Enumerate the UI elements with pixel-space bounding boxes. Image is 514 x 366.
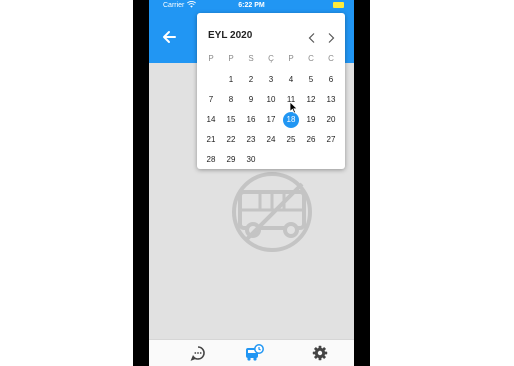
chevron-left-icon[interactable] — [306, 32, 318, 44]
weekday-label: Ç — [268, 54, 274, 63]
day-cell[interactable]: 17 — [261, 110, 281, 130]
status-time: 6:22 PM — [238, 2, 265, 9]
day-cell[interactable]: 29 — [221, 150, 241, 169]
day-number: 29 — [226, 155, 236, 164]
day-cell[interactable]: 2 — [241, 70, 261, 90]
weekday-label: C — [328, 54, 334, 63]
day-cell[interactable]: 25 — [281, 130, 301, 150]
day-cell[interactable]: 8 — [221, 90, 241, 110]
settings-icon[interactable] — [312, 345, 328, 361]
day-number: 26 — [306, 135, 316, 144]
day-cell[interactable]: 13 — [321, 90, 341, 110]
day-cell[interactable]: 24 — [261, 130, 281, 150]
day-number: 1 — [228, 75, 234, 84]
day-cell[interactable]: 5 — [301, 70, 321, 90]
day-number: 5 — [308, 75, 314, 84]
day-cell[interactable]: 9 — [241, 90, 261, 110]
day-cell[interactable]: 14 — [201, 110, 221, 130]
day-cell[interactable]: 4 — [281, 70, 301, 90]
weekday-label: P — [288, 54, 294, 63]
day-number: 20 — [326, 115, 336, 124]
day-cell[interactable]: 21 — [201, 130, 221, 150]
weekday-label: P — [208, 54, 214, 63]
day-number: 6 — [328, 75, 334, 84]
day-number: 27 — [326, 135, 336, 144]
day-number: 8 — [228, 95, 234, 104]
day-cell[interactable]: 1 — [221, 70, 241, 90]
day-cell[interactable]: 15 — [221, 110, 241, 130]
day-number: 12 — [306, 95, 316, 104]
weekday-header-row: PPSÇPCC — [201, 54, 341, 66]
day-number: 3 — [268, 75, 274, 84]
day-number: 18 — [286, 115, 296, 124]
day-number: 17 — [266, 115, 276, 124]
day-cell[interactable]: 28 — [201, 150, 221, 169]
day-cell[interactable]: 27 — [321, 130, 341, 150]
day-number: 16 — [246, 115, 256, 124]
day-number: 22 — [226, 135, 236, 144]
arrow-back-icon[interactable] — [161, 29, 177, 45]
day-number: 28 — [206, 155, 216, 164]
chevron-right-icon[interactable] — [325, 32, 337, 44]
day-cell[interactable]: 16 — [241, 110, 261, 130]
day-grid: 1 2 3 4 5 6 7 8 9 10 11 12 13 14 15 16 17 18 19 20 21 22 23 24 2… — [201, 70, 341, 169]
bus-schedule-icon[interactable] — [244, 344, 264, 362]
day-cell[interactable]: 12 — [301, 90, 321, 110]
day-cell[interactable]: 6 — [321, 70, 341, 90]
day-number: 4 — [288, 75, 294, 84]
day-number: 11 — [286, 95, 296, 104]
status-bar: Carrier 6:22 PM — [149, 0, 354, 11]
day-number: 21 — [206, 135, 216, 144]
day-number: 19 — [306, 115, 316, 124]
day-cell[interactable]: 19 — [301, 110, 321, 130]
day-cell[interactable]: 23 — [241, 130, 261, 150]
day-cell[interactable]: 22 — [221, 130, 241, 150]
day-number: 30 — [246, 155, 256, 164]
day-number: 7 — [208, 95, 214, 104]
day-cell[interactable]: 20 — [321, 110, 341, 130]
day-cell[interactable]: 7 — [201, 90, 221, 110]
weekday-label: C — [308, 54, 314, 63]
date-picker-popup: EYL 2020 PPSÇPCC 1 2 3 4 5 6 7 8 9 10 11 12 13 14 15 16… — [197, 13, 345, 169]
weekday-label: S — [248, 54, 254, 63]
chat-icon[interactable] — [190, 345, 206, 361]
day-cell[interactable]: 30 — [241, 150, 261, 169]
day-cell[interactable]: 10 — [261, 90, 281, 110]
day-number: 23 — [246, 135, 256, 144]
no-bus-icon — [232, 172, 312, 252]
bottom-nav — [149, 339, 354, 366]
day-number: 25 — [286, 135, 296, 144]
day-number: 14 — [206, 115, 216, 124]
day-number: 24 — [266, 135, 276, 144]
day-cell[interactable]: 3 — [261, 70, 281, 90]
day-number: 15 — [226, 115, 236, 124]
weekday-label: P — [228, 54, 234, 63]
day-number: 2 — [248, 75, 254, 84]
day-number: 10 — [266, 95, 276, 104]
battery-icon — [333, 2, 344, 8]
day-cell[interactable]: 26 — [301, 130, 321, 150]
day-number: 9 — [248, 95, 254, 104]
day-number: 13 — [326, 95, 336, 104]
month-year-label: EYL 2020 — [208, 30, 253, 41]
